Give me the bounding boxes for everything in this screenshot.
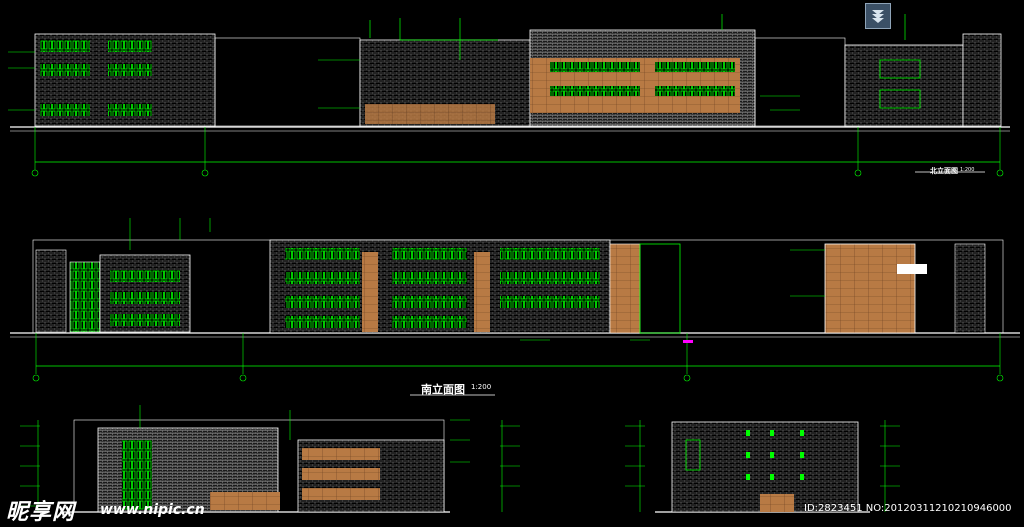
south-elevation <box>10 218 1020 396</box>
layer-stack-icon <box>872 10 884 23</box>
south-elevation-scale: 1:200 <box>471 383 492 391</box>
cad-drawing-canvas <box>8 14 1020 513</box>
west-elevation <box>625 420 900 513</box>
north-elevation-title: 北立面图 <box>930 167 958 175</box>
north-elevation <box>8 14 1010 177</box>
watermark-id: ID:2823451 NO:20120311210210946000 <box>804 503 1012 514</box>
watermark-url: www.nipic.cn <box>100 502 205 518</box>
layer-stack-button[interactable] <box>865 3 891 29</box>
south-elevation-title: 南立面图 <box>421 383 465 396</box>
watermark-logo: 昵享网 <box>6 499 76 525</box>
north-elevation-scale: 1:200 <box>960 167 975 173</box>
east-elevation <box>20 405 520 513</box>
